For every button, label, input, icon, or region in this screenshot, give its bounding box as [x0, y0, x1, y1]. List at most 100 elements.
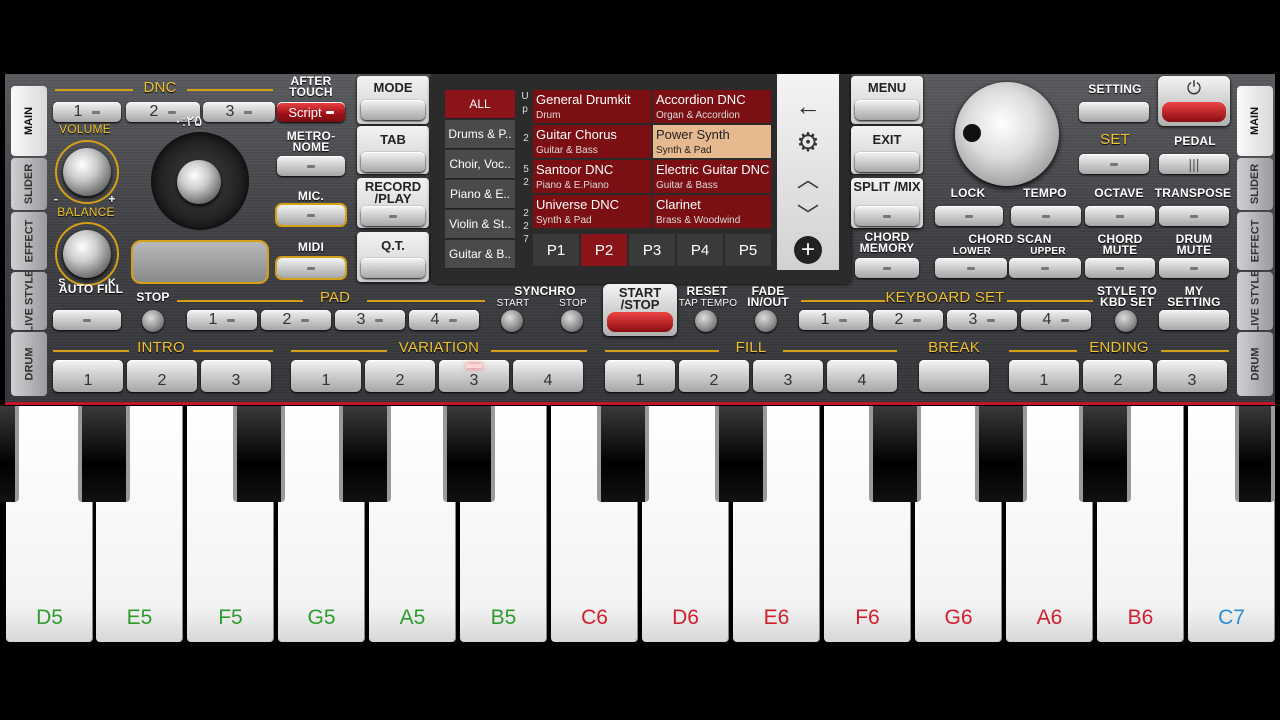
gear-icon[interactable]: ⚙ — [777, 126, 839, 158]
back-arrow-icon[interactable]: ← — [777, 90, 839, 122]
black-key-f-sharp-6[interactable] — [869, 406, 921, 502]
ending-button-1[interactable]: 1 — [1009, 360, 1079, 392]
chord-memory-button[interactable] — [855, 258, 919, 278]
black-key-f-sharp-5[interactable] — [233, 406, 285, 502]
black-key-c-sharp-7[interactable] — [1235, 406, 1275, 502]
ending-button-3[interactable]: 3 — [1157, 360, 1227, 392]
drum-mute-button[interactable] — [1159, 258, 1229, 278]
voice-universe-dnc[interactable]: Universe DNC Synth & Pad — [533, 195, 651, 228]
category-violin[interactable]: Violin & St.. — [445, 210, 515, 239]
black-key-a-sharp-6[interactable] — [1079, 406, 1131, 502]
fill-button-4[interactable]: 4 — [827, 360, 897, 392]
pad-button-4[interactable]: 4 — [409, 310, 479, 330]
setting-button[interactable] — [1079, 102, 1149, 122]
side-tab-effect-right[interactable]: EFFECT — [1237, 212, 1273, 270]
volume-knob[interactable] — [63, 148, 111, 196]
voice-santoor-dnc[interactable]: Santoor DNC Piano & E.Piano — [533, 160, 651, 193]
side-tab-slider-left[interactable]: SLIDER — [11, 158, 47, 210]
black-key-g-sharp-5[interactable] — [339, 406, 391, 502]
chevron-down-icon[interactable]: ﹀ — [777, 198, 839, 230]
record-play-led[interactable] — [361, 206, 425, 226]
category-guitar[interactable]: Guitar & B.. — [445, 240, 515, 269]
fill-button-3[interactable]: 3 — [753, 360, 823, 392]
category-drums[interactable]: Drums & P.. — [445, 120, 515, 149]
fill-button-2[interactable]: 2 — [679, 360, 749, 392]
side-tab-live-style-left[interactable]: LIVE STYLE — [11, 270, 47, 332]
tab-button-led[interactable] — [361, 152, 425, 172]
keyboard-set-button-3[interactable]: 3 — [947, 310, 1017, 330]
mode-button-led[interactable] — [361, 100, 425, 120]
page-button-p3[interactable]: P3 — [629, 234, 675, 266]
side-tab-drum-left[interactable]: DRUM — [11, 332, 47, 396]
fill-button-1[interactable]: 1 — [605, 360, 675, 392]
dnc-button-3[interactable]: 3 — [203, 102, 275, 122]
mic-button[interactable] — [277, 205, 345, 225]
pedal-button[interactable]: ||| — [1159, 154, 1229, 174]
voice-accordion-dnc[interactable]: Accordion DNC Organ & Accordion — [653, 90, 771, 123]
black-key-a-sharp-5[interactable] — [443, 406, 495, 502]
qt-button-led[interactable] — [361, 258, 425, 278]
dnc-button-1[interactable]: 1 — [53, 102, 121, 122]
black-key-d-sharp-6[interactable] — [715, 406, 767, 502]
balance-knob[interactable] — [63, 230, 111, 278]
voice-clarinet[interactable]: Clarinet Brass & Woodwind — [653, 195, 771, 228]
side-tab-drum-right[interactable]: DRUM — [1237, 332, 1273, 396]
after-touch-script-button[interactable]: Script — [277, 102, 345, 122]
tempo-button[interactable] — [1011, 206, 1081, 226]
voice-general-drumkit[interactable]: General Drumkit Drum — [533, 90, 651, 123]
set-button[interactable] — [1079, 154, 1149, 174]
black-key-d-sharp-5[interactable] — [78, 406, 130, 502]
category-all[interactable]: ALL — [445, 90, 515, 119]
my-setting-button[interactable] — [1159, 310, 1229, 330]
style-to-kbd-button[interactable] — [1115, 310, 1137, 332]
pad-button-3[interactable]: 3 — [335, 310, 405, 330]
voice-guitar-chorus[interactable]: Guitar Chorus Guitar & Bass — [533, 125, 651, 158]
break-button[interactable] — [919, 360, 989, 392]
midi-button[interactable] — [277, 258, 345, 278]
synchro-stop-button[interactable] — [561, 310, 583, 332]
variation-button-4[interactable]: 4 — [513, 360, 583, 392]
keyboard-set-button-1[interactable]: 1 — [799, 310, 869, 330]
page-button-p4[interactable]: P4 — [677, 234, 723, 266]
category-piano[interactable]: Piano & E.. — [445, 180, 515, 209]
page-button-p2[interactable]: P2 — [581, 234, 627, 266]
synchro-start-button[interactable] — [501, 310, 523, 332]
page-button-p1[interactable]: P1 — [533, 234, 579, 266]
menu-button-led[interactable] — [855, 100, 919, 120]
chord-mute-button[interactable] — [1085, 258, 1155, 278]
side-tab-main-right[interactable]: MAIN — [1237, 86, 1273, 156]
side-tab-slider-right[interactable]: SLIDER — [1237, 158, 1273, 210]
lock-button[interactable] — [935, 206, 1003, 226]
black-key-c-sharp-5[interactable] — [0, 406, 19, 502]
joystick-handle[interactable] — [177, 160, 221, 204]
category-choir[interactable]: Choir, Voc.. — [445, 150, 515, 179]
chord-scan-upper-button[interactable] — [1009, 258, 1081, 278]
fade-button[interactable] — [755, 310, 777, 332]
black-key-g-sharp-6[interactable] — [975, 406, 1027, 502]
voice-power-synth[interactable]: Power Synth Synth & Pad — [653, 125, 771, 158]
octave-button[interactable] — [1085, 206, 1155, 226]
side-tab-effect-left[interactable]: EFFECT — [11, 212, 47, 270]
intro-button-3[interactable]: 3 — [201, 360, 271, 392]
side-tab-live-style-right[interactable]: LIVE STYLE — [1237, 270, 1273, 332]
power-button[interactable]: ⏻ — [1158, 76, 1230, 126]
intro-button-2[interactable]: 2 — [127, 360, 197, 392]
variation-button-3[interactable]: 3 — [439, 360, 509, 392]
auto-fill-button[interactable] — [53, 310, 121, 330]
pad-button-1[interactable]: 1 — [187, 310, 257, 330]
voice-electric-guitar-dnc[interactable]: Electric Guitar DNC Guitar & Bass — [653, 160, 771, 193]
chord-scan-lower-button[interactable] — [935, 258, 1007, 278]
variation-button-1[interactable]: 1 — [291, 360, 361, 392]
split-mix-led[interactable] — [855, 206, 919, 226]
transpose-button[interactable] — [1159, 206, 1229, 226]
keyboard-set-button-2[interactable]: 2 — [873, 310, 943, 330]
pad-stop-button[interactable] — [142, 310, 164, 332]
side-tab-main-left[interactable]: MAIN — [11, 86, 47, 156]
intro-button-1[interactable]: 1 — [53, 360, 123, 392]
variation-button-2[interactable]: 2 — [365, 360, 435, 392]
pitch-bend-pad[interactable] — [131, 240, 269, 284]
exit-button-led[interactable] — [855, 152, 919, 172]
keyboard-set-button-4[interactable]: 4 — [1021, 310, 1091, 330]
ending-button-2[interactable]: 2 — [1083, 360, 1153, 392]
page-button-p5[interactable]: P5 — [725, 234, 771, 266]
